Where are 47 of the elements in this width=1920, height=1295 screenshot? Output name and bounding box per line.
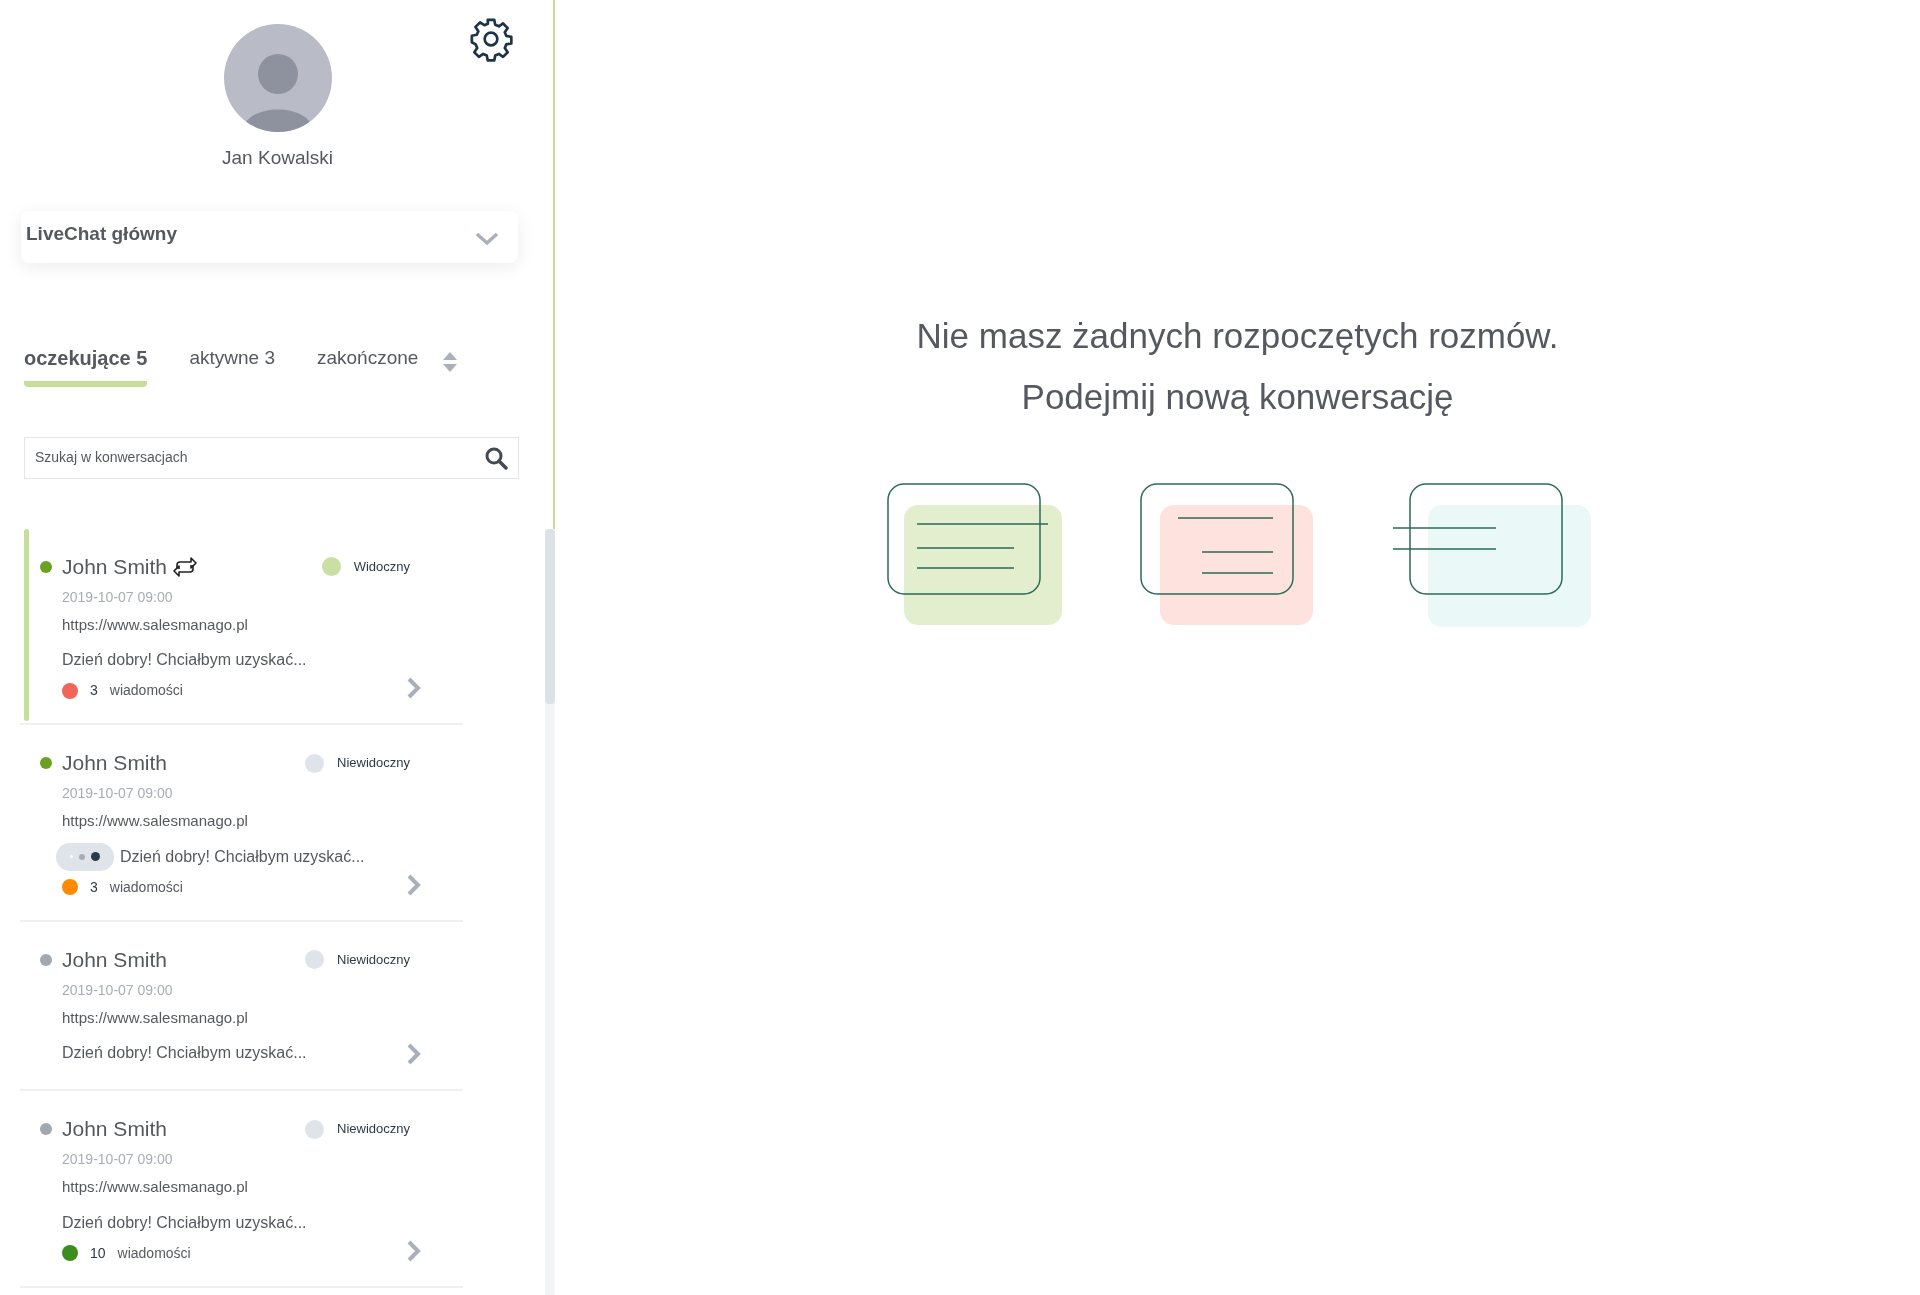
channel-dropdown[interactable]: LiveChat główny [21,210,518,263]
visibility-status: Niewidoczny [337,1120,410,1139]
message-count: 3 [90,681,98,700]
message-preview: Dzień dobry! Chciałbym uzyskać... [62,1212,307,1233]
contact-name: John Smith [62,1116,168,1143]
search-field[interactable]: Szukaj w konwersacjach [24,436,519,479]
settings-icon[interactable] [468,16,514,62]
empty-state-message: Podejmij nową konwersację [1021,375,1454,418]
visibility-status: Widoczny [353,557,410,576]
message-count: 3 [90,877,98,897]
conversation-date: 2019-10-07 09:00 [62,587,174,607]
chevron-down-icon [475,231,499,246]
search-input[interactable]: Szukaj w konwersacjach [35,447,435,468]
chevron-right-icon[interactable] [406,1043,422,1065]
message-preview: Dzień dobry! Chciałbym uzyskać... [62,650,307,670]
tab[interactable]: oczekujące 5 [24,342,148,387]
message-count-label: wiadomości [109,681,183,700]
message-count-label: wiadomości [117,1243,191,1263]
tab[interactable]: zakończone [317,344,419,387]
contact-name: John Smith [62,946,168,973]
empty-state-message: Nie masz żadnych rozpoczętych rozmów. [916,315,1559,357]
conversation-item[interactable]: John Smith Niewidoczny 2019-10-07 09:00 https://www.salesmanago.pl Dzień dobry! Chciałbym uzyskać... 10 wiadomości [20,1091,463,1288]
chevron-right-icon[interactable] [406,1239,422,1262]
conversation-item[interactable]: John Smith Niewidoczny 2019-10-07 09:00 https://www.salesmanago.pl Dzień dobry! Chciałbym uzyskać... [20,921,463,1091]
message-preview: Dzień dobry! Chciałbym uzyskać... [62,1043,307,1063]
search-icon[interactable] [484,445,508,470]
message-count: 10 [90,1243,106,1263]
message-preview: Dzień dobry! Chciałbym uzyskać... [120,846,365,867]
conversation-date: 2019-10-07 09:00 [62,784,174,803]
message-count-label: wiadomości [109,877,183,897]
website-url: https://www.salesmanago.pl [62,1177,249,1197]
scrollbar[interactable] [545,528,555,1295]
user-name: Jan Kowalski [222,146,333,170]
conversation-item[interactable]: John Smith Niewidoczny 2019-10-07 09:00 https://www.salesmanago.pl Dzień dobry! Chciałbym uzyskać... 3 wiadomości [20,725,463,922]
visibility-status: Niewidoczny [337,950,410,969]
chevron-right-icon[interactable] [406,677,422,699]
conversation-date: 2019-10-07 09:00 [62,980,174,1000]
visibility-status: Niewidoczny [337,754,410,773]
website-url: https://www.salesmanago.pl [62,1007,249,1028]
website-url: https://www.salesmanago.pl [62,811,249,831]
website-url: https://www.salesmanago.pl [62,614,249,635]
contact-name: John Smith [62,750,168,777]
tab[interactable]: aktywne 3 [189,344,275,387]
chevron-right-icon[interactable] [406,873,422,896]
conversation-item[interactable]: John Smith Widoczny 2019-10-07 09:00 https://www.salesmanago.pl Dzień dobry! Chciałbym uzyskać... 3 wiadomości [20,528,463,725]
conversation-date: 2019-10-07 09:00 [62,1150,174,1169]
contact-name: John Smith [62,553,168,580]
